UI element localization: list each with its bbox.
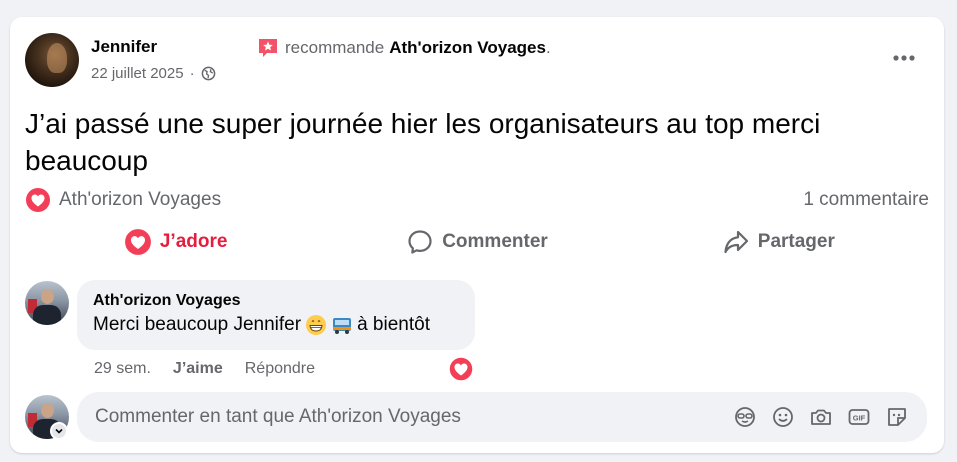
- heart-icon: [124, 229, 151, 255]
- bus-emoji: [333, 318, 352, 334]
- comment-meta: 29 sem. J’aime Répondre: [94, 360, 315, 378]
- post-date-text[interactable]: 22 juillet 2025: [91, 65, 184, 82]
- date-separator: ·: [189, 65, 195, 82]
- comment-input-tools: GIF: [733, 405, 909, 429]
- comment-input[interactable]: Commenter en tant que Ath'orizon Voyages: [77, 392, 927, 442]
- post-text: J’ai passé une super journée hier les or…: [25, 108, 821, 176]
- comment-like-button[interactable]: J’aime: [173, 360, 223, 378]
- commenter-avatar[interactable]: [25, 281, 69, 325]
- post-card: Jennifer 22 juillet 2025 · recommande At…: [10, 17, 944, 453]
- comment-reply-button[interactable]: Répondre: [245, 360, 315, 378]
- gif-icon[interactable]: GIF: [847, 405, 871, 429]
- comment-bubble: Ath'orizon Voyages Merci beaucoup Jennif…: [77, 280, 475, 350]
- reactions-left[interactable]: Ath'orizon Voyages: [25, 187, 221, 213]
- adore-label: J’adore: [159, 231, 228, 252]
- share-label: Partager: [757, 231, 835, 252]
- action-bar: J’adore Commenter Partager: [25, 222, 929, 262]
- adore-button[interactable]: J’adore: [25, 222, 326, 262]
- heart-icon[interactable]: [448, 356, 474, 382]
- svg-text:GIF: GIF: [853, 414, 866, 423]
- comment-input-placeholder[interactable]: Commenter en tant que Ath'orizon Voyages: [95, 406, 733, 428]
- comment-text-after: à bientôt: [357, 314, 430, 335]
- recommend-icon: [259, 39, 277, 57]
- author-avatar[interactable]: [25, 33, 79, 87]
- comment-author[interactable]: Ath'orizon Voyages: [93, 292, 459, 310]
- reactor-name: Ath'orizon Voyages: [59, 189, 222, 210]
- more-icon[interactable]: [892, 54, 916, 62]
- post-date: 22 juillet 2025 ·: [91, 65, 216, 82]
- heart-icon: [26, 188, 50, 212]
- reactions-summary: Ath'orizon Voyages 1 commentaire: [25, 188, 929, 212]
- share-button[interactable]: Partager: [628, 222, 929, 262]
- sticker-icon[interactable]: [885, 405, 909, 429]
- camera-icon[interactable]: [809, 405, 833, 429]
- recommendation-period: .: [545, 38, 551, 57]
- comment-time[interactable]: 29 sem.: [94, 360, 151, 378]
- comment-label: Commenter: [442, 231, 548, 252]
- grin-emoji: [306, 315, 327, 335]
- smiley-icon[interactable]: [771, 405, 795, 429]
- globe-icon: [201, 66, 215, 81]
- comment-text-before: Merci beaucoup Jennifer: [93, 314, 302, 335]
- comment-icon: [408, 230, 432, 254]
- share-icon: [724, 230, 748, 254]
- recommendation-line: recommande Ath'orizon Voyages .: [256, 36, 551, 60]
- avatar-sticker-icon[interactable]: [733, 405, 757, 429]
- recommends-text: recommande: [285, 38, 385, 57]
- comment-text: Merci beaucoup Jennifer à bientôt: [93, 314, 459, 336]
- recommended-page-link[interactable]: Ath'orizon Voyages: [389, 38, 546, 58]
- author-name[interactable]: Jennifer: [91, 37, 157, 57]
- comment-button[interactable]: Commenter: [326, 222, 627, 262]
- chevron-down-icon[interactable]: [50, 422, 68, 440]
- comments-count[interactable]: 1 commentaire: [803, 189, 929, 211]
